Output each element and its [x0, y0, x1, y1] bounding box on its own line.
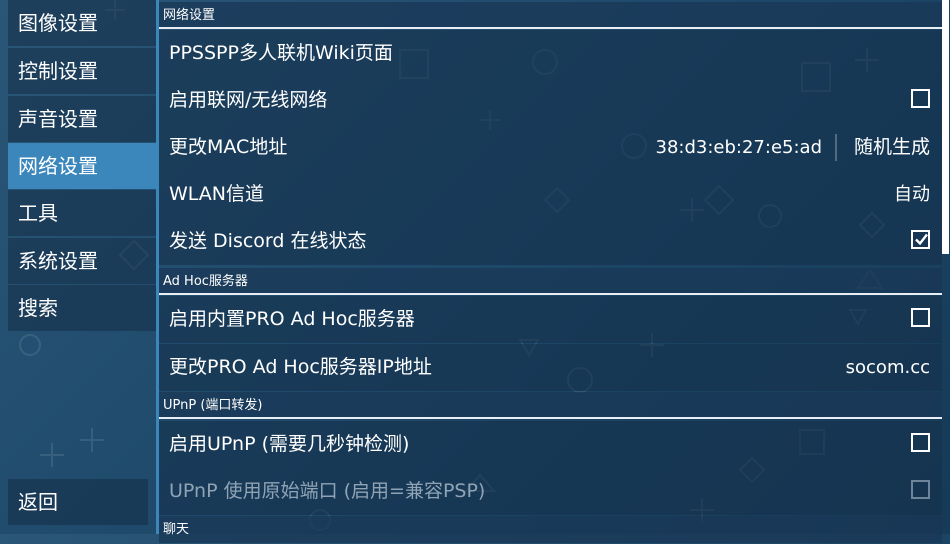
setting-row-upnp-original-port: UPnP 使用原始端口 (启用=兼容PSP)	[159, 468, 942, 515]
section-header-chat: 聊天	[159, 516, 942, 543]
section-header-upnp: UPnP (端口转发)	[159, 392, 942, 419]
setting-row-wiki[interactable]: PPSSPP多人联机Wiki页面	[159, 30, 942, 77]
setting-row-builtin-adhoc-server[interactable]: 启用内置PRO Ad Hoc服务器	[159, 296, 942, 343]
sidebar-item-networking[interactable]: 网络设置	[8, 143, 156, 189]
section-header-adhoc: Ad Hoc服务器	[159, 268, 942, 295]
setting-label: 更改PRO Ad Hoc服务器IP地址	[169, 356, 432, 378]
sidebar-item-system[interactable]: 系统设置	[8, 238, 156, 284]
setting-row-discord[interactable]: 发送 Discord 在线状态	[159, 218, 942, 265]
mac-address-value: 38:d3:eb:27:e5:ad	[655, 137, 823, 158]
setting-row-adhoc-server-ip[interactable]: 更改PRO Ad Hoc服务器IP地址 socom.cc	[159, 344, 942, 391]
discord-checkbox[interactable]	[911, 230, 930, 249]
sidebar-item-tools[interactable]: 工具	[8, 190, 156, 236]
setting-label: 发送 Discord 在线状态	[169, 230, 367, 252]
wlan-channel-value: 自动	[894, 184, 930, 205]
setting-label: 更改MAC地址	[169, 136, 288, 158]
setting-row-wlan-channel[interactable]: WLAN信道 自动	[159, 171, 942, 218]
setting-label: 启用联网/无线网络	[169, 89, 328, 111]
sidebar-item-controls[interactable]: 控制设置	[8, 48, 156, 94]
setting-label: 启用UPnP (需要几秒钟检测)	[169, 433, 410, 455]
sidebar-item-search[interactable]: 搜索	[8, 285, 156, 331]
scrollbar-thumb[interactable]	[942, 0, 949, 254]
setting-label: PPSSPP多人联机Wiki页面	[169, 42, 393, 64]
random-mac-button[interactable]: 随机生成	[854, 124, 930, 171]
sidebar-item-audio[interactable]: 声音设置	[8, 96, 156, 142]
setting-row-enable-upnp[interactable]: 启用UPnP (需要几秒钟检测)	[159, 421, 942, 468]
adhoc-server-ip-value: socom.cc	[845, 357, 930, 378]
enable-network-checkbox[interactable]	[911, 89, 930, 108]
back-button[interactable]: 返回	[8, 479, 148, 525]
scrollbar[interactable]	[942, 0, 950, 534]
setting-label: 启用内置PRO Ad Hoc服务器	[169, 308, 415, 330]
enable-upnp-checkbox[interactable]	[911, 433, 930, 452]
setting-label: WLAN信道	[169, 183, 265, 205]
sidebar-item-graphics[interactable]: 图像设置	[8, 0, 156, 46]
builtin-adhoc-server-checkbox[interactable]	[911, 308, 930, 327]
check-icon	[915, 233, 928, 246]
setting-row-mac-address[interactable]: 更改MAC地址 38:d3:eb:27:e5:ad 随机生成	[159, 124, 942, 171]
sidebar: 图像设置 控制设置 声音设置 网络设置 工具 系统设置 搜索 返回	[0, 0, 156, 534]
setting-row-enable-network[interactable]: 启用联网/无线网络	[159, 77, 942, 124]
settings-list: 网络设置 PPSSPP多人联机Wiki页面 启用联网/无线网络 更改MAC地址 …	[159, 0, 942, 543]
divider	[835, 134, 837, 161]
upnp-original-port-checkbox	[911, 480, 930, 499]
setting-label: UPnP 使用原始端口 (启用=兼容PSP)	[169, 480, 486, 502]
section-header-network: 网络设置	[159, 2, 942, 29]
